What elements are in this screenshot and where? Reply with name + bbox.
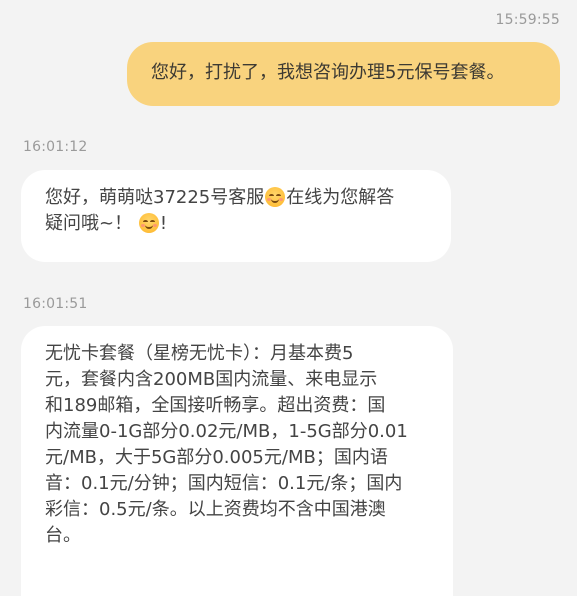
message-text: 您好，萌萌哒37225号客服 xyxy=(45,187,265,208)
message-line: 内流量0-1G部分0.02元/MB，1-5G部分0.01 xyxy=(45,421,408,442)
message-text: 疑问哦~！ xyxy=(45,213,133,234)
message-line: 无忧卡套餐（星榜无忧卡）：月基本费5 xyxy=(45,343,354,364)
message-line: 彩信：0.5元/条。以上资费均不含中国港澳 xyxy=(45,499,386,520)
incoming-message-bubble[interactable]: 无忧卡套餐（星榜无忧卡）：月基本费5 元，套餐内含200MB国内流量、来电显示 … xyxy=(21,326,453,596)
message-text: ! xyxy=(159,213,168,234)
message-text: 在线为您解答 xyxy=(286,187,395,208)
message-text: 您好，打扰了，我想咨询办理5元保号套餐。 xyxy=(151,62,505,83)
outgoing-message-bubble[interactable]: 您好，打扰了，我想咨询办理5元保号套餐。 xyxy=(127,42,560,106)
smiling-face-with-blush-icon xyxy=(138,213,159,233)
chat-conversation: 15:59:55 您好，打扰了，我想咨询办理5元保号套餐。 16:01:12 您… xyxy=(0,0,577,596)
incoming-message-bubble[interactable]: 您好，萌萌哒37225号客服 在线为您解答 疑问哦~！ ! xyxy=(21,170,451,262)
message-line: 您好，萌萌哒37225号客服 在线为您解答 xyxy=(45,185,431,211)
message-timestamp: 16:01:12 xyxy=(23,139,88,155)
message-line: 音：0.1元/分钟；国内短信：0.1元/条；国内 xyxy=(45,473,403,494)
message-line: 和189邮箱，全国接听畅享。超出资费：国 xyxy=(45,395,386,416)
message-timestamp: 15:59:55 xyxy=(495,12,560,28)
message-line: 台。 xyxy=(45,525,81,546)
smiling-face-with-blush-icon xyxy=(265,187,286,207)
message-line: 元/MB，大于5G部分0.005元/MB；国内语 xyxy=(45,447,388,468)
message-line: 元，套餐内含200MB国内流量、来电显示 xyxy=(45,369,378,390)
message-line: 疑问哦~！ ! xyxy=(45,211,431,237)
message-timestamp: 16:01:51 xyxy=(23,296,88,312)
